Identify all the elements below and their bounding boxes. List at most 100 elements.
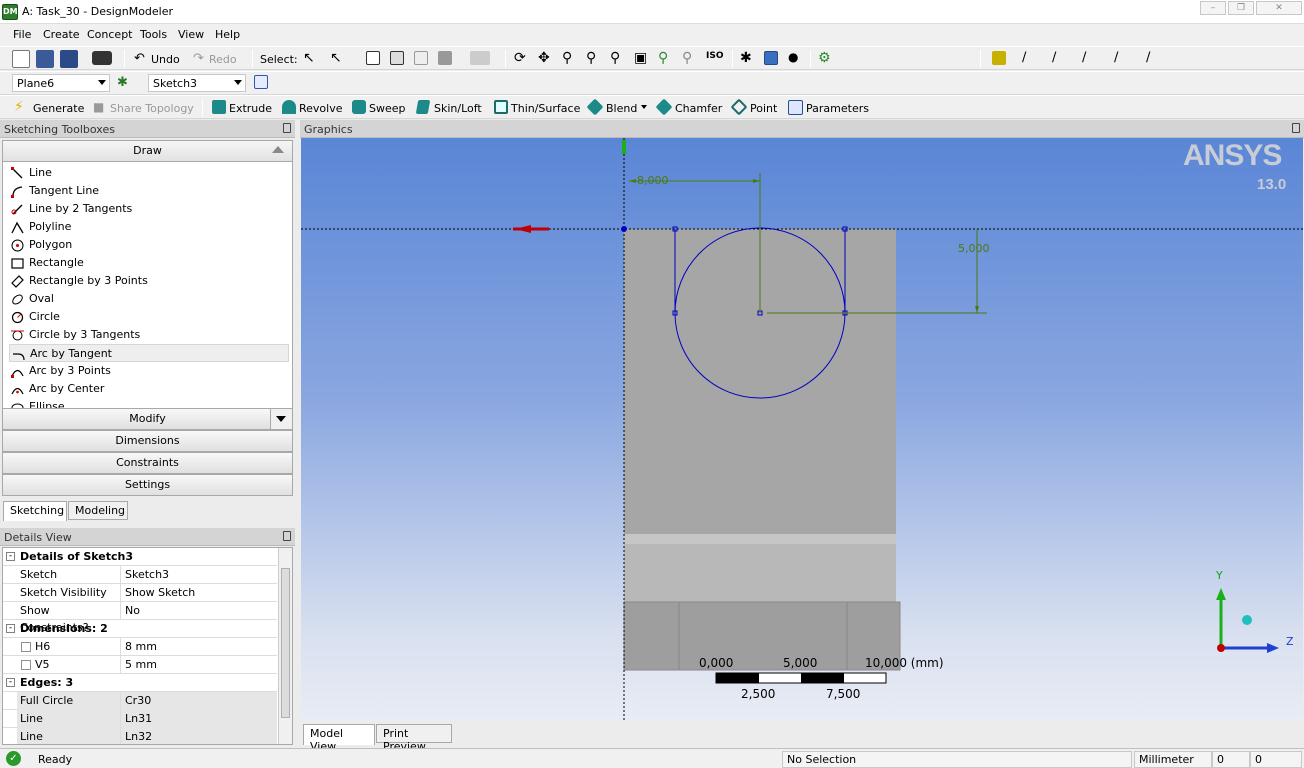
parameters-icon[interactable] [788,100,803,115]
constraint-1-icon[interactable]: ∕ [1022,50,1026,65]
detail-value[interactable]: 8 mm [121,638,277,656]
menu-help[interactable]: Help [215,28,240,41]
zoom-fit-icon[interactable]: ⚲ [610,50,620,66]
detail-row[interactable]: Sketch Visibility Show Sketch [3,584,277,602]
dimensions-group-header[interactable]: Dimensions [2,430,293,452]
blend-button[interactable]: Blend [606,102,637,115]
tab-modeling[interactable]: Modeling [68,501,128,520]
thin-surface-button[interactable]: Thin/Surface [511,102,580,115]
graphics-viewport[interactable]: ANSYS 13.0 8,000 5,000 0,000 5,000 10,00… [301,138,1303,720]
detail-value[interactable]: 5 mm [121,656,277,674]
tool-rectangle-by-3-points[interactable]: Rectangle by 3 Points [9,272,289,290]
menu-create[interactable]: Create [43,28,80,41]
menu-file[interactable]: File [13,28,31,41]
select-mode-icon[interactable]: ↖ [303,50,315,66]
tool-arc-by-3-points[interactable]: Arc by 3 Points [9,362,289,380]
extrude-button[interactable]: Extrude [229,102,272,115]
dim-h-value[interactable]: 8,000 [637,174,669,187]
layout-icon[interactable] [992,51,1006,65]
look-at-icon[interactable]: ⚙ [818,50,831,66]
point-button[interactable]: Point [750,102,777,115]
new-sketch-icon[interactable] [254,75,268,89]
tool-tangent-line[interactable]: Tangent Line [9,182,289,200]
draw-group-header[interactable]: Draw [2,140,293,162]
redo-icon[interactable]: ↷ [193,51,204,66]
menu-tools[interactable]: Tools [140,28,167,41]
redo-button[interactable]: Redo [209,53,237,66]
edges-section-header[interactable]: - Edges: 3 [3,674,277,692]
tab-sketching[interactable]: Sketching [3,501,67,521]
camera-icon[interactable] [92,51,112,65]
details-scrollbar[interactable] [278,548,292,744]
display-point-icon[interactable]: ● [788,50,798,64]
detail-value[interactable]: No [121,602,277,620]
tool-arc-by-center[interactable]: Arc by Center [9,380,289,398]
pin-icon[interactable] [283,531,291,541]
generate-icon[interactable]: ⚡ [14,99,24,115]
modify-group-header[interactable]: Modify [2,408,293,430]
tool-arc-by-tangent[interactable]: Arc by Tangent [9,344,289,362]
pin-icon[interactable] [283,123,291,133]
constraint-3-icon[interactable]: ∕ [1082,50,1086,65]
triad-iso-ball[interactable] [1242,615,1252,625]
tool-circle[interactable]: Circle [9,308,289,326]
share-topology-button[interactable]: Share Topology [110,102,194,115]
display-edges-icon[interactable]: ✱ [740,50,752,66]
collapse-icon[interactable]: - [6,678,15,687]
revolve-button[interactable]: Revolve [299,102,343,115]
revolve-icon[interactable] [282,100,296,114]
thin-surface-icon[interactable] [494,100,508,114]
tool-circle-by-3-tangents[interactable]: Circle by 3 Tangents [9,326,289,344]
dimensions-section-header[interactable]: - Dimensions: 2 [3,620,277,638]
chamfer-button[interactable]: Chamfer [675,102,722,115]
skin-loft-button[interactable]: Skin/Loft [434,102,482,115]
sweep-button[interactable]: Sweep [369,102,406,115]
tool-rectangle[interactable]: Rectangle [9,254,289,272]
settings-group-header[interactable]: Settings [2,474,293,496]
dimension-row[interactable]: H6 8 mm [3,638,277,656]
save-icon[interactable] [36,50,54,68]
dim-v-value[interactable]: 5,000 [958,242,990,255]
edge-row[interactable]: Line Ln31 [3,710,277,728]
scrollbar-thumb[interactable] [281,568,290,718]
blend-dropdown-icon[interactable] [641,105,647,109]
zoom-out-icon[interactable]: ⚲ [682,50,692,66]
zoom-icon[interactable]: ⚲ [562,50,572,66]
pan-icon[interactable]: ✥ [538,50,550,66]
maximize-button[interactable]: ❐ [1228,1,1254,15]
detail-row[interactable]: Sketch Sketch3 [3,566,277,584]
new-file-icon[interactable] [12,50,30,68]
constraint-4-icon[interactable]: ∕ [1114,50,1118,65]
collapse-up-icon[interactable] [272,146,284,153]
collapse-icon[interactable]: - [6,552,15,561]
rotate-icon[interactable]: ⟳ [514,50,526,66]
edge-row[interactable]: Full Circle Cr30 [3,692,277,710]
display-model-icon[interactable] [764,51,778,65]
constraints-group-header[interactable]: Constraints [2,452,293,474]
extend-selection-icon[interactable] [470,51,490,65]
tool-line[interactable]: Line [9,164,289,182]
edge-row[interactable]: Line Ln32 [3,728,277,744]
generate-button[interactable]: Generate [33,102,84,115]
detail-row[interactable]: Show Constraints? No [3,602,277,634]
pin-icon[interactable] [1292,123,1300,133]
dimension-row[interactable]: V5 5 mm [3,656,277,674]
select-edge-icon[interactable] [390,51,404,65]
tool-polyline[interactable]: Polyline [9,218,289,236]
select-point-icon[interactable] [366,51,380,65]
tool-line-by-2-tangents[interactable]: Line by 2 Tangents [9,200,289,218]
menu-view[interactable]: View [178,28,204,41]
close-button[interactable]: ✕ [1256,1,1302,15]
menu-concept[interactable]: Concept [87,28,133,41]
tool-oval[interactable]: Oval [9,290,289,308]
skin-loft-icon[interactable] [415,100,431,114]
share-topology-icon[interactable]: ■ [93,100,104,114]
plane-select[interactable]: Plane6 [12,74,110,92]
zoom-in-icon[interactable]: ⚲ [658,50,668,66]
sketch-select[interactable]: Sketch3 [148,74,246,92]
chamfer-icon[interactable] [655,98,673,116]
detail-value[interactable]: Show Sketch [121,584,277,602]
extrude-icon[interactable] [212,100,226,114]
select-face-icon[interactable] [414,51,428,65]
detail-value[interactable]: Sketch3 [121,566,277,584]
